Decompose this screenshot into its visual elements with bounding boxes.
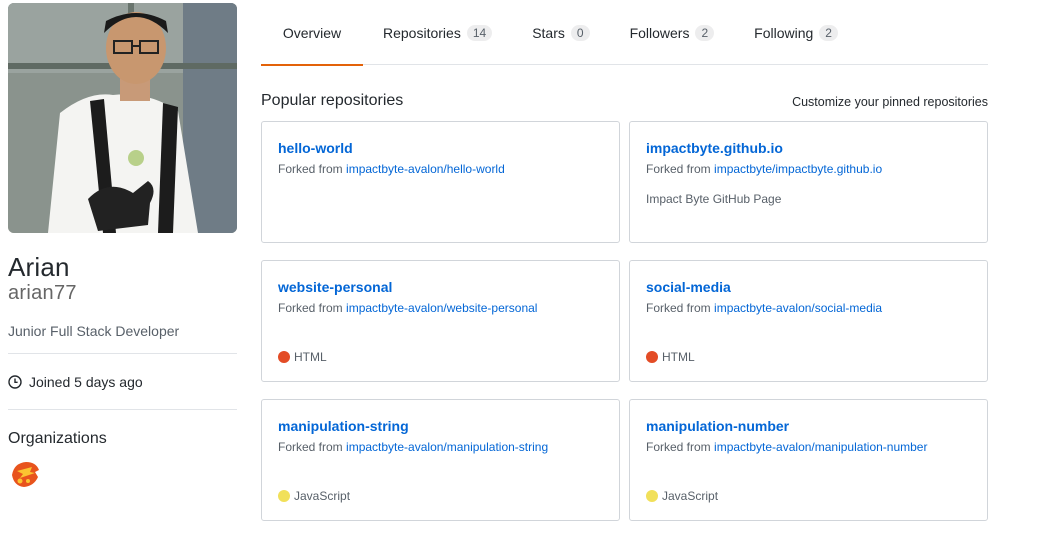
popular-repos-title: Popular repositories: [261, 92, 404, 109]
profile-tabs: Overview Repositories 14 Stars 0 Followe…: [261, 0, 988, 66]
forked-from-line: Forked from impactbyte-avalon/hello-worl…: [278, 162, 603, 176]
forked-prefix: Forked from: [278, 162, 343, 176]
profile-full-name: Arian: [8, 252, 70, 282]
repo-name-link[interactable]: impactbyte.github.io: [646, 140, 783, 156]
repo-name-link[interactable]: website-personal: [278, 279, 392, 295]
tab-label: Repositories: [383, 24, 461, 41]
language-color-dot: [646, 490, 658, 502]
forked-from-line: Forked from impactbyte-avalon/manipulati…: [278, 440, 603, 454]
forked-source-link[interactable]: impactbyte-avalon/social-media: [714, 301, 882, 315]
forked-prefix: Forked from: [646, 162, 711, 176]
tab-stars[interactable]: Stars 0: [512, 0, 609, 65]
repo-card: hello-world Forked from impactbyte-avalo…: [261, 121, 620, 243]
repo-card: impactbyte.github.io Forked from impactb…: [629, 121, 988, 243]
tab-following[interactable]: Following 2: [734, 0, 858, 65]
language-label: JavaScript: [662, 489, 719, 503]
customize-pins-link[interactable]: Customize your pinned repositories: [792, 95, 988, 109]
forked-source-link[interactable]: impactbyte/impactbyte.github.io: [714, 162, 882, 176]
repo-language: HTML: [646, 350, 695, 364]
profile-sidebar: Arian arian77 Junior Full Stack Develope…: [8, 3, 237, 496]
profile-bio: Junior Full Stack Developer: [8, 321, 237, 354]
tab-label: Following: [754, 24, 814, 41]
forked-source-link[interactable]: impactbyte-avalon/manipulation-string: [346, 440, 548, 454]
repo-language: HTML: [278, 350, 327, 364]
forked-from-line: Forked from impactbyte-avalon/manipulati…: [646, 440, 971, 454]
tab-overview[interactable]: Overview: [261, 0, 363, 66]
profile-main: Overview Repositories 14 Stars 0 Followe…: [261, 0, 988, 521]
forked-prefix: Forked from: [646, 301, 711, 315]
forked-from-line: Forked from impactbyte/impactbyte.github…: [646, 162, 971, 176]
forked-source-link[interactable]: impactbyte-avalon/hello-world: [346, 162, 505, 176]
tab-repositories[interactable]: Repositories 14: [363, 0, 512, 65]
forked-source-link[interactable]: impactbyte-avalon/manipulation-number: [714, 440, 927, 454]
repo-name-link[interactable]: social-media: [646, 279, 731, 295]
clock-icon: [8, 374, 22, 389]
language-label: HTML: [662, 350, 695, 364]
avatar[interactable]: [8, 3, 237, 233]
repositories-count: 14: [466, 24, 493, 41]
repo-name-link[interactable]: hello-world: [278, 140, 353, 156]
organizations-heading: Organizations: [8, 430, 107, 447]
pinned-repos-grid: hello-world Forked from impactbyte-avalo…: [261, 121, 988, 521]
forked-prefix: Forked from: [646, 440, 711, 454]
forked-prefix: Forked from: [278, 440, 343, 454]
forked-from-line: Forked from impactbyte-avalon/website-pe…: [278, 301, 603, 315]
joined-label: Joined 5 days ago: [29, 373, 143, 390]
stars-count: 0: [570, 24, 590, 41]
repo-card: website-personal Forked from impactbyte-…: [261, 260, 620, 382]
forked-prefix: Forked from: [278, 301, 343, 315]
forked-source-link[interactable]: impactbyte-avalon/website-personal: [346, 301, 537, 315]
language-color-dot: [278, 490, 290, 502]
repo-description: Impact Byte GitHub Page: [646, 192, 782, 206]
language-label: JavaScript: [294, 489, 351, 503]
repo-name-link[interactable]: manipulation-number: [646, 418, 789, 434]
avatar-photo: [8, 3, 237, 233]
language-color-dot: [278, 351, 290, 363]
popular-repos-header: Popular repositories Customize your pinn…: [261, 92, 988, 110]
repo-card: manipulation-string Forked from impactby…: [261, 399, 620, 521]
language-color-dot: [646, 351, 658, 363]
repo-language: JavaScript: [278, 489, 350, 503]
profile-username: arian77: [8, 282, 77, 304]
joined-date: Joined 5 days ago: [8, 354, 237, 410]
followers-count: 2: [695, 24, 715, 41]
repo-language: JavaScript: [646, 489, 718, 503]
tab-followers[interactable]: Followers 2: [610, 0, 735, 65]
tab-label: Stars: [532, 24, 565, 41]
repo-card: manipulation-number Forked from impactby…: [629, 399, 988, 521]
repo-card: social-media Forked from impactbyte-aval…: [629, 260, 988, 382]
repo-name-link[interactable]: manipulation-string: [278, 418, 409, 434]
org-logo-icon[interactable]: [8, 457, 42, 491]
language-label: HTML: [294, 350, 327, 364]
tab-label: Overview: [282, 24, 342, 41]
forked-from-line: Forked from impactbyte-avalon/social-med…: [646, 301, 971, 315]
tab-label: Followers: [629, 24, 690, 41]
following-count: 2: [819, 24, 838, 41]
